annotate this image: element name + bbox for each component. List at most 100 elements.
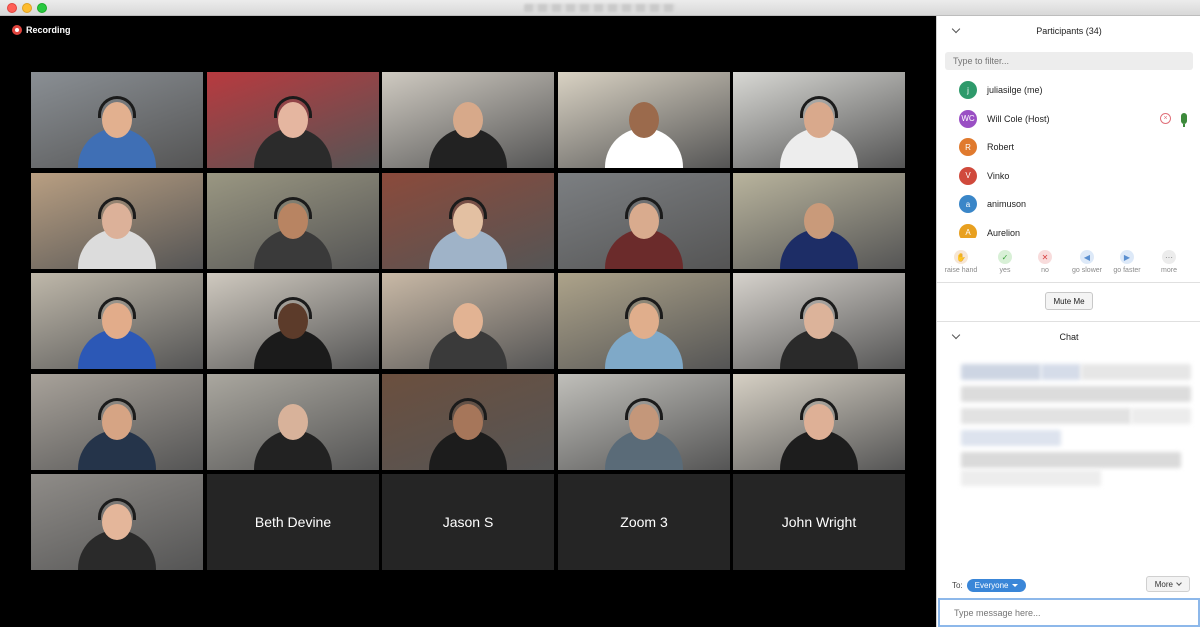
reaction-go-slower-button[interactable]: ◀ go slower: [1067, 250, 1107, 274]
dropdown-caret-icon: [1012, 584, 1019, 587]
participant-name-tile[interactable]: John Wright: [733, 474, 905, 570]
microphone-icon[interactable]: [1181, 112, 1187, 127]
collapse-chat-icon[interactable]: [951, 330, 961, 340]
reaction-label: no: [1041, 267, 1049, 274]
participant-filter-input[interactable]: [945, 52, 1193, 70]
participant-row[interactable]: V Vinko: [937, 162, 1200, 191]
reaction-label: raise hand: [944, 267, 978, 274]
zoom-window: Recording Beth Devine Jason S Zoom 3 John W…: [0, 0, 1200, 627]
participant-list: j juliasilge (me) WC Will Cole (Host) × R Robe…: [937, 76, 1200, 238]
participants-title: Participants (34): [1036, 26, 1102, 36]
recipient-dropdown[interactable]: Everyone: [966, 579, 1027, 592]
avatar: j: [959, 81, 977, 100]
participant-video-tile[interactable]: [382, 72, 554, 168]
participant-video-tile[interactable]: [733, 374, 905, 470]
participant-video-tile[interactable]: [558, 374, 730, 470]
reaction-label: more: [1161, 267, 1177, 274]
chat-header: Chat: [937, 324, 1200, 350]
participant-video-tile[interactable]: [733, 173, 905, 269]
participant-row[interactable]: R Robert: [937, 133, 1200, 162]
recording-label: Recording: [26, 25, 71, 35]
recording-indicator[interactable]: Recording: [12, 25, 71, 35]
chat-title: Chat: [1059, 332, 1079, 342]
participant-row[interactable]: A Aurelion: [937, 219, 1200, 238]
participant-video-tile[interactable]: [558, 273, 730, 369]
participant-video-tile[interactable]: [31, 474, 203, 570]
chat-recipient-row: To: Everyone: [952, 579, 1027, 592]
participant-video-tile[interactable]: [558, 72, 730, 168]
participants-header: Participants (34): [937, 18, 1200, 44]
reaction-no-button[interactable]: ✕ no: [1025, 250, 1065, 274]
reaction-bar: ✋ raise hand ✓ yes ✕ no ◀ go slower ▶ go faster ··…: [937, 250, 1200, 280]
participant-video-tile[interactable]: [31, 173, 203, 269]
divider: [937, 321, 1200, 322]
participant-row[interactable]: WC Will Cole (Host) ×: [937, 105, 1200, 134]
close-window-button[interactable]: [7, 3, 17, 13]
reaction-yes-button[interactable]: ✓ yes: [985, 250, 1025, 274]
recipient-label: Everyone: [974, 581, 1009, 590]
participant-name: juliasilge (me): [987, 85, 1043, 96]
reaction-more-button[interactable]: ··· more: [1149, 250, 1189, 274]
participant-video-tile[interactable]: [382, 374, 554, 470]
reaction-icon: ◀: [1080, 250, 1094, 264]
participant-video-tile[interactable]: [31, 72, 203, 168]
reaction-label: yes: [999, 267, 1011, 274]
avatar: a: [959, 195, 977, 214]
video-gallery: Recording Beth Devine Jason S Zoom 3 John W…: [0, 16, 936, 627]
reaction-icon: ✋: [954, 250, 968, 264]
participant-video-tile[interactable]: [31, 374, 203, 470]
to-label: To:: [952, 581, 963, 590]
avatar: R: [959, 138, 977, 157]
avatar: A: [959, 223, 977, 238]
chat-message-input[interactable]: [938, 598, 1200, 627]
zoom-window-button[interactable]: [37, 3, 47, 13]
participant-status-icons: ×: [1160, 112, 1187, 127]
divider: [937, 282, 1200, 283]
participant-video-tile[interactable]: [733, 273, 905, 369]
chevron-down-icon: [1176, 580, 1182, 586]
participant-head: [804, 203, 834, 239]
participant-video-tile[interactable]: [207, 173, 379, 269]
window-title-blurred: [524, 4, 676, 12]
avatar: WC: [959, 109, 977, 128]
minimize-window-button[interactable]: [22, 3, 32, 13]
reaction-icon: ···: [1162, 250, 1176, 264]
side-panel: Participants (34) j juliasilge (me) WC Will…: [936, 16, 1200, 627]
participant-video-tile[interactable]: [558, 173, 730, 269]
reaction-label: go faster: [1113, 267, 1141, 274]
reaction-label: go slower: [1072, 267, 1102, 274]
participant-name: Aurelion: [987, 227, 1021, 238]
collapse-participants-icon[interactable]: [951, 24, 961, 34]
participant-video-tile[interactable]: [207, 72, 379, 168]
participant-video-tile[interactable]: [31, 273, 203, 369]
participant-video-tile[interactable]: [733, 72, 905, 168]
video-off-icon: ×: [1160, 112, 1171, 124]
participant-row[interactable]: j juliasilge (me): [937, 76, 1200, 105]
reaction-icon: ✕: [1038, 250, 1052, 264]
participant-name: Vinko: [987, 170, 1010, 181]
chat-more-button[interactable]: More: [1145, 576, 1190, 592]
participant-head: [278, 404, 308, 440]
participant-name: Will Cole (Host): [987, 113, 1050, 124]
participant-video-tile[interactable]: [207, 374, 379, 470]
more-label: More: [1154, 579, 1173, 589]
participant-name: animuson: [987, 199, 1027, 210]
participant-video-tile[interactable]: [382, 173, 554, 269]
participant-head: [453, 102, 483, 138]
participant-head: [629, 102, 659, 138]
mute-me-button[interactable]: Mute Me: [1045, 292, 1093, 310]
record-icon: [12, 25, 22, 35]
participant-name-tile[interactable]: Beth Devine: [207, 474, 379, 570]
avatar: V: [959, 166, 977, 185]
participant-name-tile[interactable]: Zoom 3: [558, 474, 730, 570]
participant-video-tile[interactable]: [207, 273, 379, 369]
participant-name: Robert: [987, 142, 1015, 153]
participant-name-tile[interactable]: Jason S: [382, 474, 554, 570]
title-bar: [0, 0, 1200, 16]
participant-row[interactable]: a animuson: [937, 190, 1200, 219]
participant-video-tile[interactable]: [382, 273, 554, 369]
reaction-raise-hand-button[interactable]: ✋ raise hand: [941, 250, 981, 274]
participant-head: [453, 303, 483, 339]
reaction-icon: ▶: [1120, 250, 1134, 264]
reaction-go-faster-button[interactable]: ▶ go faster: [1107, 250, 1147, 274]
